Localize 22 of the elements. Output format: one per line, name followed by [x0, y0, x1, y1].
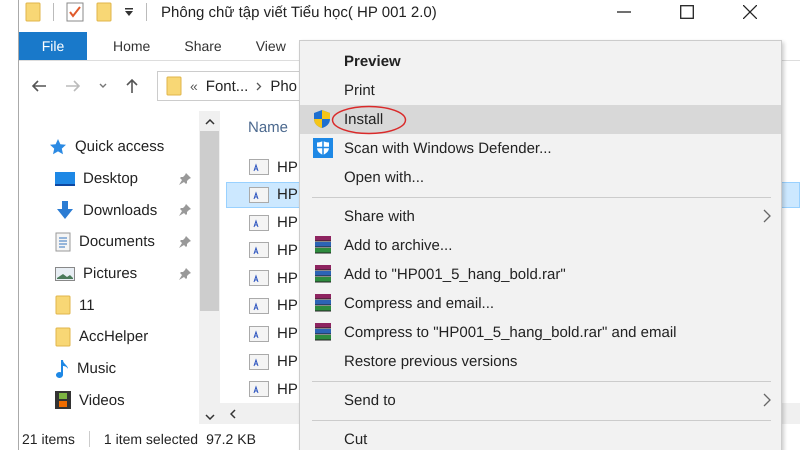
window-title: Phông chữ tập viết Tiểu học( HP 001 2.0)	[161, 4, 437, 20]
file-name: HP	[277, 158, 298, 176]
selection-size: 97.2 KB	[206, 431, 256, 447]
nav-label: Documents	[79, 233, 155, 250]
file-name: HP	[277, 186, 298, 204]
file-name: HP	[277, 325, 298, 342]
file-name: HP	[277, 242, 298, 259]
item-count: 21 items	[22, 431, 75, 447]
nav-label: AccHelper	[79, 328, 148, 346]
file-name: HP	[277, 353, 298, 370]
nav-label: Downloads	[83, 202, 158, 219]
file-name: HP	[277, 297, 298, 314]
file-name: HP	[277, 270, 298, 287]
nav-label: Music	[77, 360, 116, 378]
nav-label: Pictures	[83, 265, 138, 282]
nav-label: 11	[79, 296, 95, 314]
file-name: HP	[277, 214, 298, 232]
nav-label: Desktop	[83, 170, 138, 188]
nav-label: Videos	[79, 392, 125, 409]
selection-status: 1 item selected	[104, 431, 198, 447]
nav-label: Quick access	[75, 138, 164, 156]
file-name: HP	[277, 380, 298, 398]
